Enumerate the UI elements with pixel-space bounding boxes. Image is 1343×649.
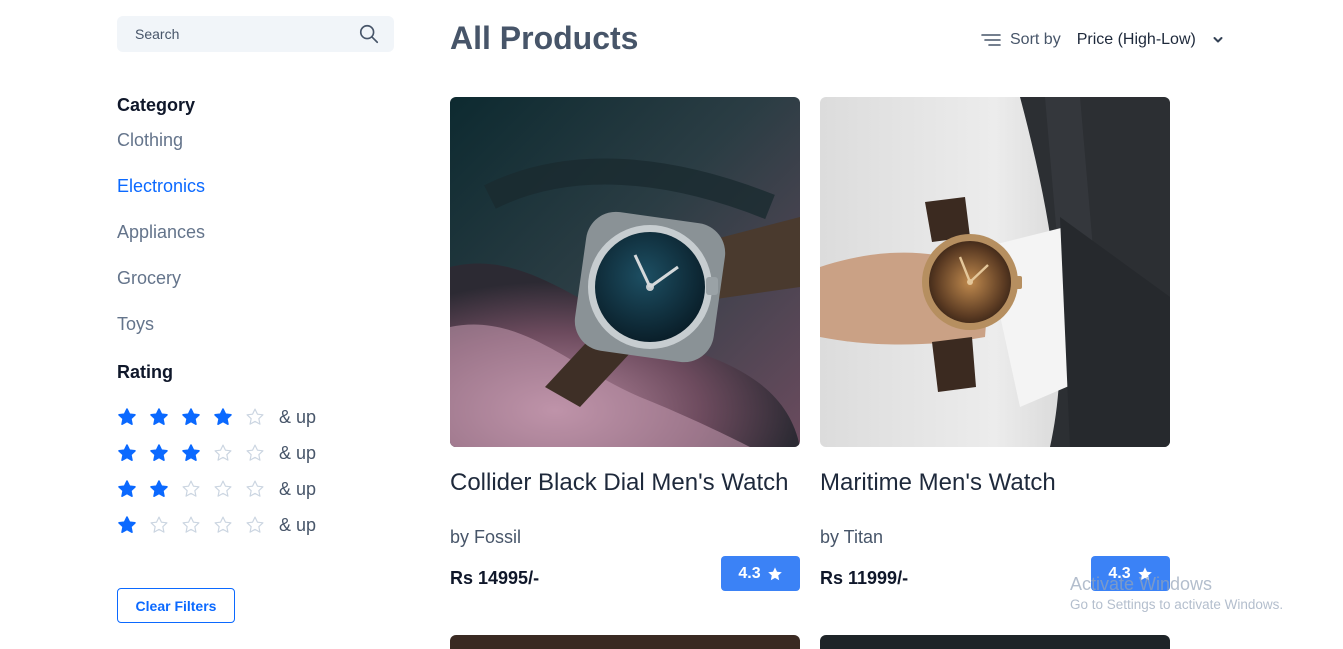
- star-empty-icon: [214, 516, 232, 533]
- sort-select[interactable]: Price (High-Low): [1077, 31, 1196, 49]
- product-card[interactable]: Maritime Men's Watch by Titan Rs 11999/-…: [820, 97, 1170, 592]
- rating-suffix: & up: [279, 406, 317, 427]
- product-image-partial[interactable]: [820, 635, 1170, 649]
- rating-option-3[interactable]: & up: [117, 435, 394, 471]
- filters-sidebar: Category Clothing Electronics Appliances…: [117, 16, 394, 623]
- sort-control[interactable]: Sort by Price (High-Low): [981, 29, 1224, 51]
- star-empty-icon: [182, 516, 200, 533]
- rating-option-1[interactable]: & up: [117, 507, 394, 543]
- star-icon: [767, 566, 782, 580]
- page-title: All Products: [450, 20, 639, 56]
- product-title[interactable]: Maritime Men's Watch: [820, 469, 1170, 497]
- star-empty-icon: [246, 516, 264, 533]
- star-filled-icon: [182, 408, 200, 425]
- rating-heading: Rating: [117, 362, 173, 382]
- product-footer: Rs 11999/- 4.3: [820, 556, 1170, 592]
- chevron-down-icon[interactable]: [1212, 34, 1224, 46]
- star-icon: [1137, 566, 1152, 580]
- product-title[interactable]: Collider Black Dial Men's Watch: [450, 469, 800, 497]
- product-brand: by Titan: [820, 527, 884, 547]
- search-icon[interactable]: [358, 23, 380, 45]
- rating-option-4[interactable]: & up: [117, 399, 394, 435]
- star-empty-icon: [246, 444, 264, 461]
- search-box: [117, 16, 394, 52]
- star-empty-icon: [246, 408, 264, 425]
- star-filled-icon: [150, 444, 168, 461]
- category-item-appliances[interactable]: Appliances: [117, 220, 394, 266]
- star-filled-icon: [118, 516, 136, 533]
- category-heading: Category: [117, 95, 196, 115]
- star-filled-icon: [118, 408, 136, 425]
- rating-badge: 4.3: [721, 556, 800, 591]
- category-item-toys[interactable]: Toys: [117, 312, 394, 358]
- rating-stars: [117, 515, 277, 535]
- product-image-partial[interactable]: [450, 635, 800, 649]
- star-filled-icon: [214, 408, 232, 425]
- product-image-watch-dark-dial[interactable]: [450, 97, 800, 447]
- star-empty-icon: [214, 444, 232, 461]
- product-image-watch-wrist[interactable]: [820, 97, 1170, 447]
- watermark-subtitle: Go to Settings to activate Windows.: [1070, 597, 1284, 612]
- category-item-electronics[interactable]: Electronics: [117, 174, 394, 220]
- rating-stars: [117, 407, 277, 427]
- product-card[interactable]: Collider Black Dial Men's Watch by Fossi…: [450, 97, 800, 592]
- star-filled-icon: [118, 444, 136, 461]
- rating-value: 4.3: [1108, 564, 1131, 582]
- clear-filters-button[interactable]: Clear Filters: [117, 588, 235, 623]
- rating-option-2[interactable]: & up: [117, 471, 394, 507]
- product-brand: by Fossil: [450, 527, 522, 547]
- star-empty-icon: [246, 480, 264, 497]
- rating-stars: [117, 443, 277, 463]
- rating-filter-list: & up & up & up & up: [117, 399, 394, 543]
- rating-badge: 4.3: [1091, 556, 1170, 591]
- category-list: Clothing Electronics Appliances Grocery …: [117, 128, 394, 358]
- star-empty-icon: [150, 516, 168, 533]
- sort-icon: [981, 34, 1001, 46]
- star-filled-icon: [118, 480, 136, 497]
- star-filled-icon: [182, 444, 200, 461]
- rating-suffix: & up: [279, 478, 317, 499]
- star-empty-icon: [182, 480, 200, 497]
- star-filled-icon: [150, 408, 168, 425]
- rating-suffix: & up: [279, 442, 317, 463]
- rating-value: 4.3: [738, 564, 761, 582]
- star-empty-icon: [214, 480, 232, 497]
- category-item-grocery[interactable]: Grocery: [117, 266, 394, 312]
- category-item-clothing[interactable]: Clothing: [117, 128, 394, 174]
- product-price: Rs 11999/-: [820, 568, 909, 588]
- rating-suffix: & up: [279, 514, 317, 535]
- product-price: Rs 14995/-: [450, 568, 540, 588]
- sort-label: Sort by: [1010, 31, 1061, 48]
- search-input[interactable]: [135, 26, 358, 42]
- rating-stars: [117, 479, 277, 499]
- product-footer: Rs 14995/- 4.3: [450, 556, 800, 592]
- star-filled-icon: [150, 480, 168, 497]
